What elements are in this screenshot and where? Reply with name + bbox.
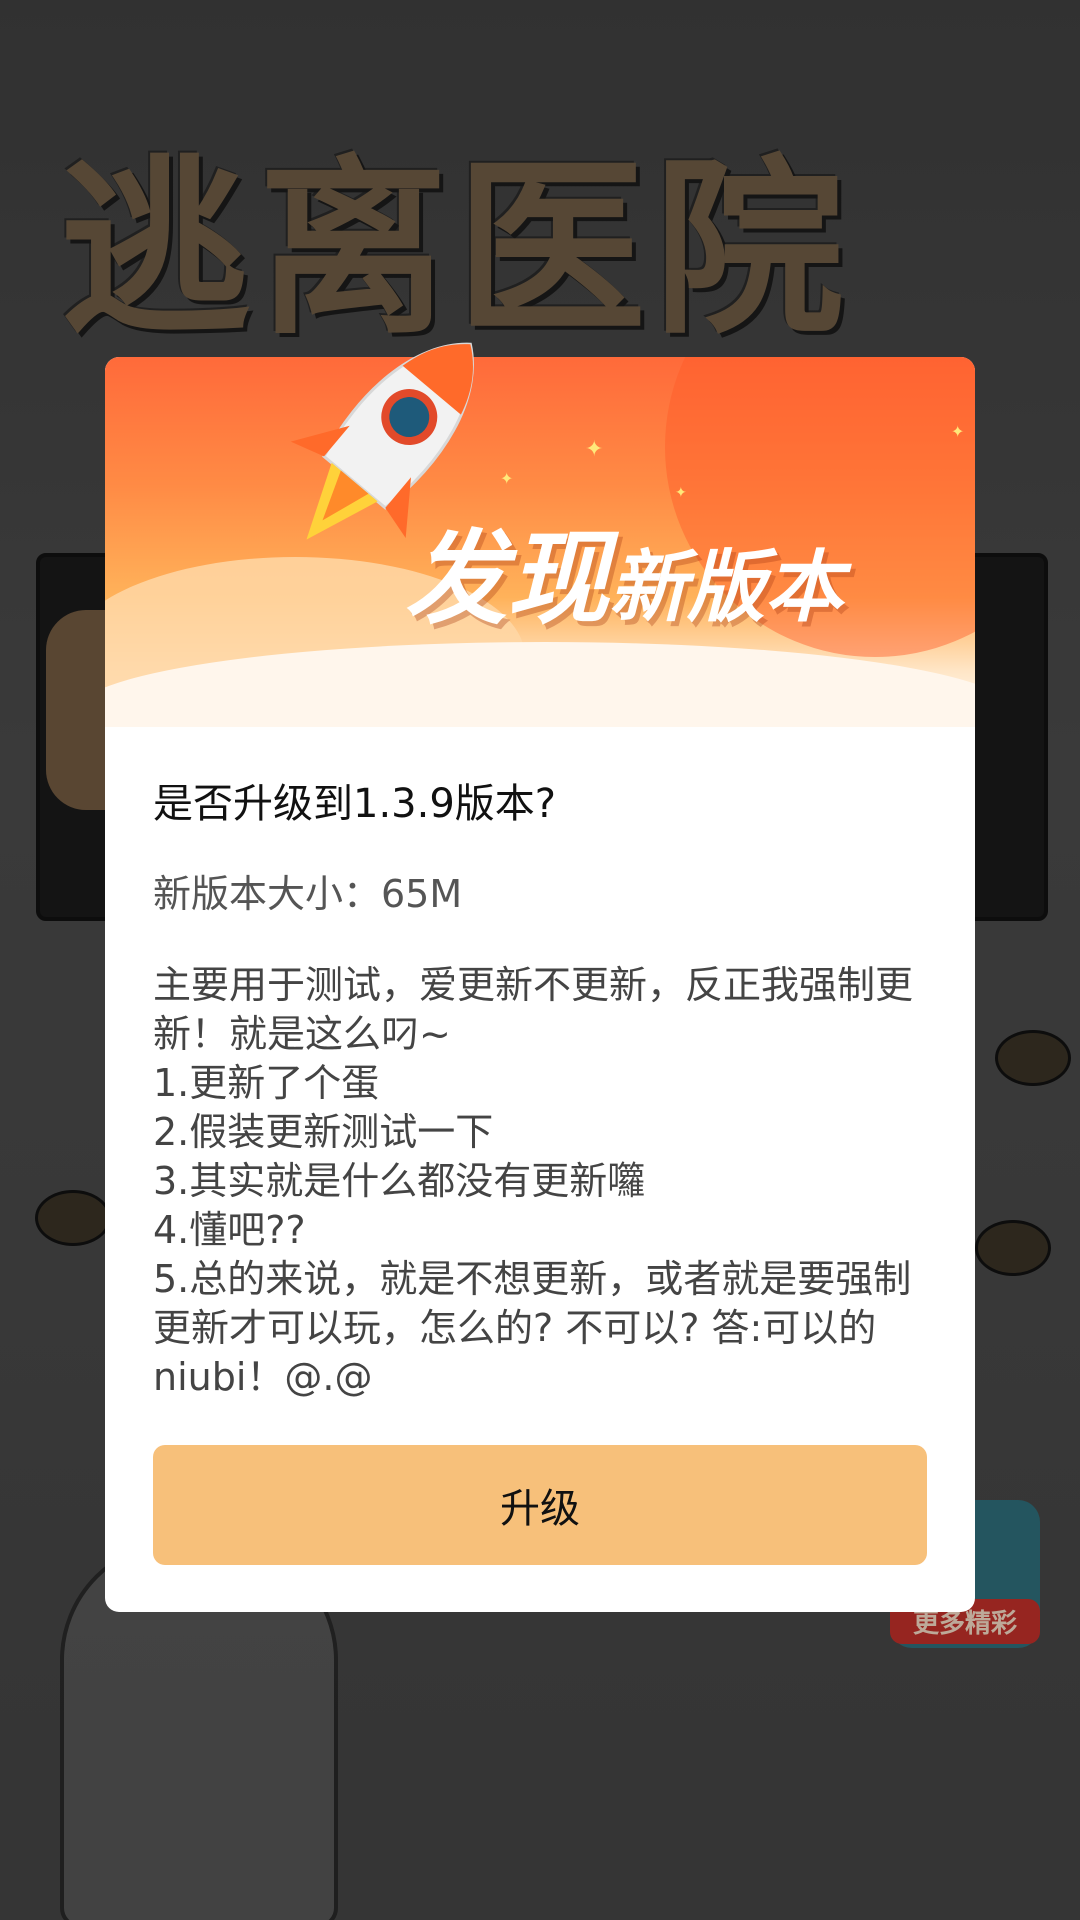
upgrade-button[interactable]: 升级 xyxy=(153,1445,927,1565)
release-note-line: 2.假装更新测试一下 xyxy=(153,1110,494,1154)
dialog-body: 是否升级到1.3.9版本? 新版本大小：65M 主要用于测试，爱更新不更新，反正… xyxy=(153,777,933,1402)
release-note-line: 5.总的来说，就是不想更新，或者就是要强制更新才可以玩，怎么的? 不可以? 答:… xyxy=(153,1257,912,1399)
release-notes: 主要用于测试，爱更新不更新，反正我强制更新！就是这么叼~ 1.更新了个蛋 2.假… xyxy=(153,961,933,1402)
sparkle-icon: ✦ xyxy=(951,422,965,441)
sparkle-icon: ✦ xyxy=(585,437,604,462)
update-dialog: ✦ ✦ ✦ ✦ 发现新版本 是否升级到1.3.9版本? 新版本大小：65M 主要… xyxy=(105,342,975,1612)
release-note-line: 主要用于测试，爱更新不更新，反正我强制更新！就是这么叼~ xyxy=(153,963,914,1056)
update-size: 新版本大小：65M xyxy=(153,872,463,916)
release-note-line: 3.其实就是什么都没有更新囖 xyxy=(153,1159,646,1203)
screen: 逃离医院 更多精彩 ✦ ✦ ✦ ✦ 发现新版本 是否升级到1.3.9版本? 新版… xyxy=(0,0,1080,1920)
release-note-line: 4.懂吧?? xyxy=(153,1208,306,1252)
dialog-banner: ✦ ✦ ✦ ✦ 发现新版本 xyxy=(105,357,975,727)
rocket-icon xyxy=(290,342,474,540)
update-question: 是否升级到1.3.9版本? xyxy=(153,781,557,827)
banner-title-small: 新版本 xyxy=(609,543,844,633)
release-note-line: 1.更新了个蛋 xyxy=(153,1061,380,1105)
